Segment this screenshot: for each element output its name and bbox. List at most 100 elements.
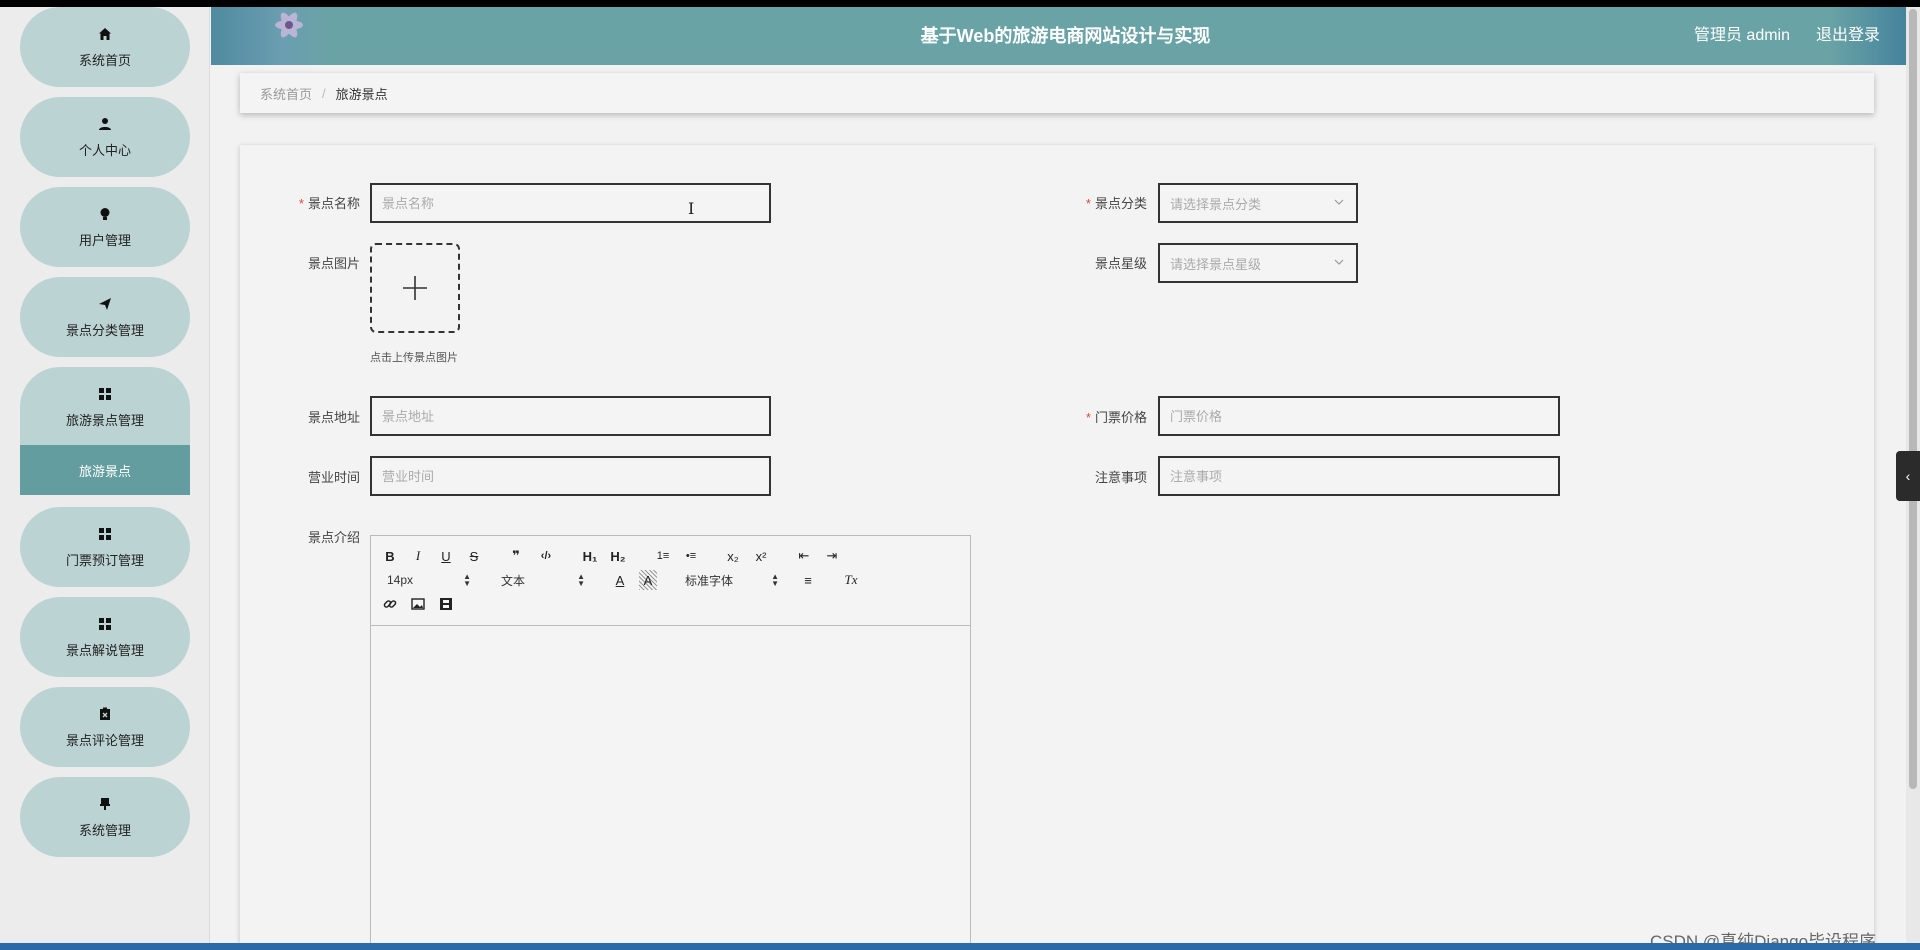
breadcrumb: 系统首页 / 旅游景点	[240, 73, 1874, 113]
sidebar-item-category[interactable]: 景点分类管理	[20, 277, 190, 357]
quote-button[interactable]: ❞	[507, 546, 525, 566]
format-value: 文本	[501, 573, 526, 588]
required-mark: *	[1085, 410, 1091, 425]
sidebar-item-label: 景点分类管理	[65, 322, 144, 338]
image-label: 景点图片	[307, 256, 360, 271]
updown-icon: ▲ ▼	[577, 572, 585, 588]
text-cursor-icon: I	[688, 199, 695, 218]
sidebar-item-label: 旅游景点管理	[65, 412, 144, 428]
subscript-button[interactable]: x₂	[723, 546, 743, 566]
sidebar-item-attractions[interactable]: 旅游景点管理	[20, 367, 190, 447]
notes-input[interactable]	[1158, 456, 1560, 496]
scrollbar-thumb[interactable]	[1909, 9, 1917, 789]
sidebar-item-label: 景点评论管理	[65, 732, 144, 748]
strike-button[interactable]: S	[465, 546, 483, 566]
sidebar-item-home[interactable]: 系统首页	[20, 7, 190, 87]
bulb-icon	[97, 206, 113, 222]
name-input[interactable]	[370, 183, 771, 223]
background-color-button[interactable]: A	[639, 570, 657, 590]
updown-icon: ▲ ▼	[771, 572, 779, 588]
notes-label: 注意事项	[1094, 470, 1147, 485]
italic-button[interactable]: I	[409, 546, 427, 566]
home-icon	[97, 26, 113, 42]
link-button[interactable]	[381, 594, 399, 614]
updown-icon: ▲ ▼	[463, 572, 471, 588]
rich-text-editor: B I U S ❞ ‹/› H₁ H₂ 1≡ •≡ x₂ x² ⇤ ⇥ 14px…	[370, 535, 971, 943]
font-size-select[interactable]: 14px ▲ ▼	[387, 570, 471, 590]
grid-icon	[97, 616, 113, 632]
font-color-button[interactable]: A	[611, 570, 629, 590]
intro-label: 景点介绍	[307, 530, 360, 545]
category-placeholder: 请选择景点分类	[1170, 196, 1262, 212]
current-user: 管理员 admin	[1693, 27, 1790, 44]
hours-label: 营业时间	[307, 470, 360, 485]
sidebar-item-label: 系统管理	[78, 822, 131, 838]
stars-select[interactable]: 请选择景点星级	[1158, 243, 1358, 283]
bold-button[interactable]: B	[381, 546, 399, 566]
grid-icon	[97, 386, 113, 402]
required-mark: *	[298, 196, 304, 211]
sidebar-item-label: 门票预订管理	[65, 552, 144, 568]
taskbar-strip	[0, 943, 1920, 950]
address-input[interactable]	[370, 396, 771, 436]
breadcrumb-home[interactable]: 系统首页	[260, 84, 312, 103]
stars-label: 景点星级	[1094, 256, 1147, 271]
bullet-list-button[interactable]: •≡	[681, 546, 701, 566]
video-button[interactable]	[437, 594, 455, 614]
h1-button[interactable]: H₁	[579, 546, 601, 566]
name-label: * 景点名称	[298, 196, 360, 211]
sidebar-item-label: 系统首页	[78, 52, 131, 68]
category-label: * 景点分类	[1085, 196, 1147, 211]
top-header: 基于Web的旅游电商网站设计与实现 管理员 admin 退出登录	[211, 7, 1920, 65]
h2-button[interactable]: H₂	[607, 546, 629, 566]
video-icon	[440, 598, 452, 610]
price-input[interactable]	[1158, 396, 1560, 436]
underline-button[interactable]: U	[437, 546, 455, 566]
sidebar-item-label: 景点解说管理	[65, 642, 144, 658]
superscript-button[interactable]: x²	[751, 546, 771, 566]
send-icon	[97, 296, 113, 312]
address-label: 景点地址	[307, 410, 360, 425]
sidebar-item-comments[interactable]: 景点评论管理	[20, 687, 190, 767]
attraction-form: *景点名称 *景点分类 请选择景点分类 景点图片 点击上传景点图片 景点星级 请…	[240, 145, 1874, 943]
site-title: 基于Web的旅游电商网站设计与实现	[920, 26, 1211, 46]
sidebar-item-profile[interactable]: 个人中心	[20, 97, 190, 177]
clipboard-icon	[97, 706, 113, 722]
sidebar-subitem-attractions[interactable]: 旅游景点	[20, 445, 190, 495]
hours-input[interactable]	[370, 456, 771, 496]
ordered-list-button[interactable]: 1≡	[653, 546, 673, 566]
grid-icon	[97, 526, 113, 542]
chevron-down-icon	[1334, 199, 1344, 205]
editor-toolbar: B I U S ❞ ‹/› H₁ H₂ 1≡ •≡ x₂ x² ⇤ ⇥ 14px…	[371, 536, 970, 626]
required-mark: *	[1085, 196, 1091, 211]
logout-link[interactable]: 退出登录	[1816, 7, 1880, 65]
font-family-select[interactable]: 标准字体 ▲ ▼	[685, 570, 779, 590]
sidebar-item-label: 个人中心	[78, 142, 131, 158]
format-select[interactable]: 文本 ▲ ▼	[501, 570, 585, 590]
category-select[interactable]: 请选择景点分类	[1158, 183, 1358, 223]
upload-tip: 点击上传景点图片	[370, 352, 458, 364]
outdent-button[interactable]: ⇤	[795, 546, 813, 566]
clean-format-button[interactable]: Tx	[841, 570, 861, 590]
image-button[interactable]	[409, 594, 427, 614]
sidebar-item-users[interactable]: 用户管理	[20, 187, 190, 267]
breadcrumb-separator: /	[322, 85, 326, 101]
align-button[interactable]: ≡	[799, 570, 817, 590]
user-icon	[97, 116, 113, 132]
code-button[interactable]: ‹/›	[535, 546, 557, 566]
price-label: * 门票价格	[1085, 410, 1147, 425]
app-frame: 系统首页 个人中心 用户管理 景点分类管理 旅游景点管理 旅游景点 门票预订管理…	[0, 7, 1920, 943]
plus-icon	[403, 276, 427, 300]
chevron-down-icon	[1334, 259, 1344, 265]
sidebar-item-system[interactable]: 系统管理	[20, 777, 190, 857]
indent-button[interactable]: ⇥	[823, 546, 841, 566]
editor-content-area[interactable]	[371, 626, 970, 943]
side-panel-toggle[interactable]: ‹	[1896, 451, 1920, 501]
sidebar-item-tickets[interactable]: 门票预订管理	[20, 507, 190, 587]
sidebar-item-guides[interactable]: 景点解说管理	[20, 597, 190, 677]
stars-placeholder: 请选择景点星级	[1170, 256, 1262, 272]
sidebar: 系统首页 个人中心 用户管理 景点分类管理 旅游景点管理 旅游景点 门票预订管理…	[0, 7, 210, 943]
image-icon	[411, 598, 425, 610]
image-upload[interactable]	[370, 243, 460, 333]
link-icon	[383, 600, 397, 608]
